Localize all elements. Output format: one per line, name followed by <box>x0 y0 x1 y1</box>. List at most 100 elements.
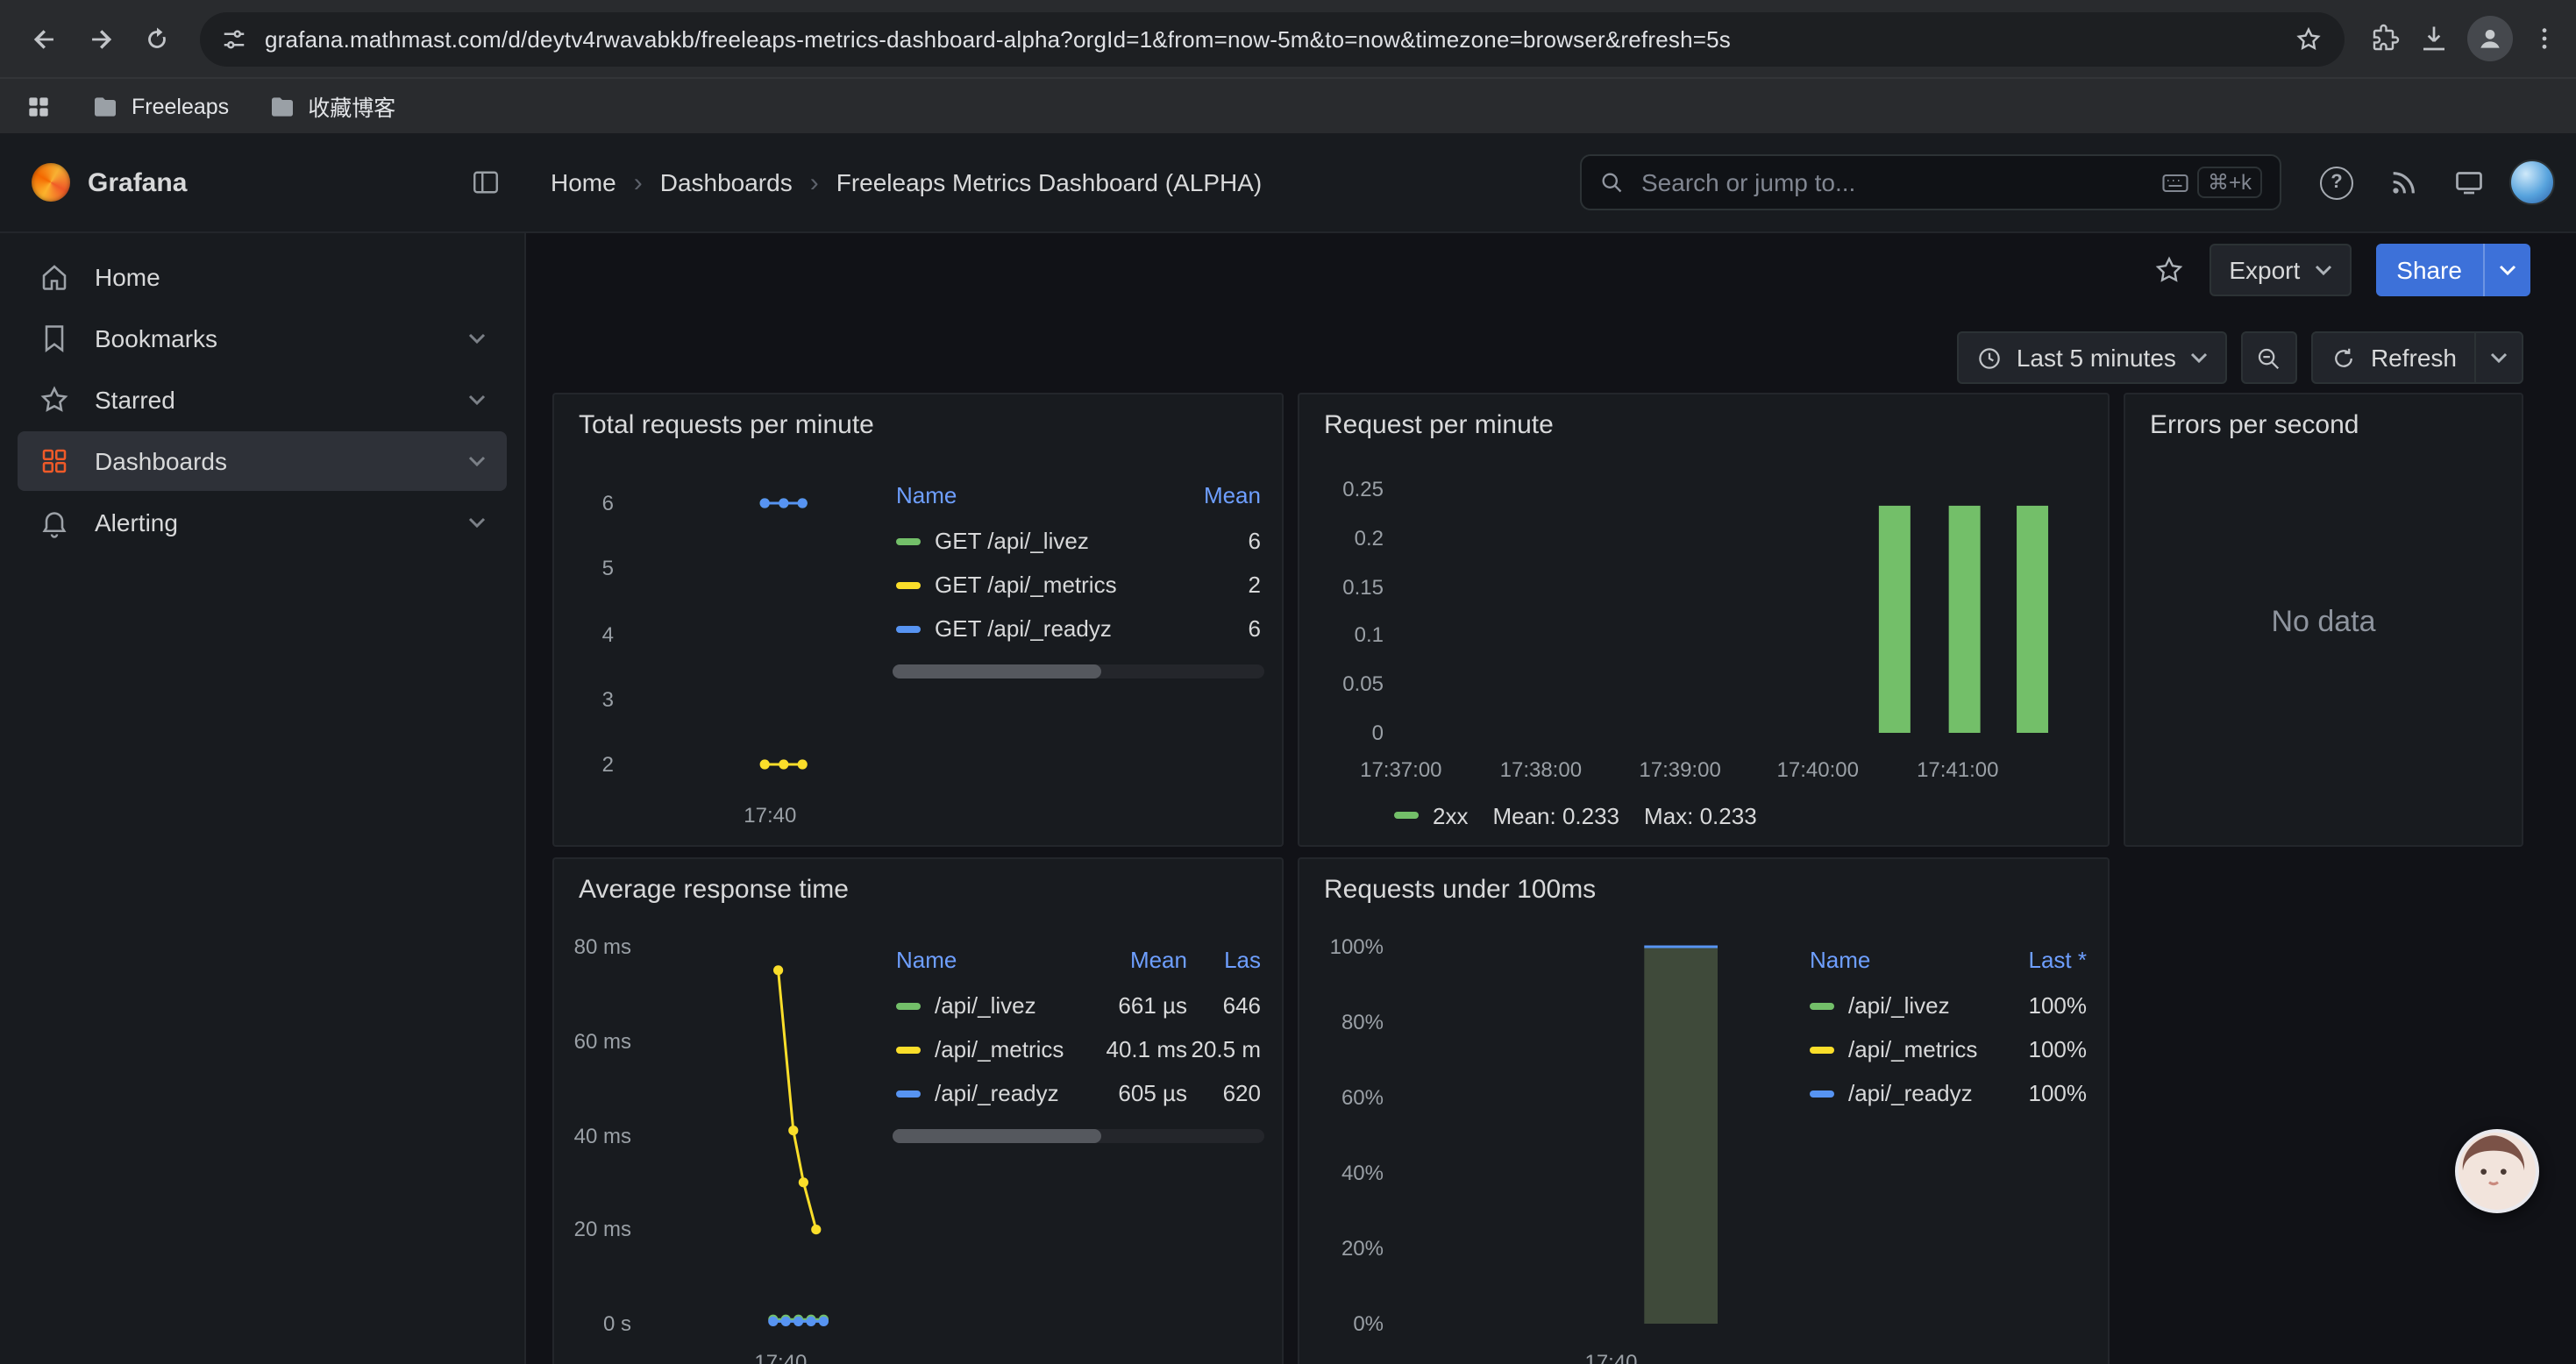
search-input[interactable] <box>1638 167 2162 198</box>
x-axis: 17:37:00 17:38:00 17:39:00 17:40:00 17:4… <box>1394 757 2080 785</box>
bar-plot[interactable] <box>1394 947 1789 1324</box>
share-button[interactable]: Share <box>2375 244 2530 296</box>
search-icon <box>1599 170 1624 195</box>
bookmark-folder-blogs[interactable]: 收藏博客 <box>267 89 395 123</box>
panel-title[interactable]: Requests under 100ms <box>1299 859 2108 905</box>
sidebar-item-dashboards[interactable]: Dashboards <box>18 431 507 491</box>
screen: grafana.mathmast.com/d/deytv4rwavabkb/fr… <box>0 0 2576 1362</box>
assistant-face-icon <box>2459 1133 2529 1203</box>
legend-row[interactable]: /api/_livez661 µs646 <box>893 984 1264 1027</box>
refresh-interval-caret[interactable] <box>2474 333 2522 382</box>
chevron-down-icon[interactable] <box>468 456 486 466</box>
time-controls: Last 5 minutes Refresh <box>526 330 2576 386</box>
grafana-logo-icon[interactable] <box>32 163 70 202</box>
sidebar-item-alerting[interactable]: Alerting <box>18 493 507 552</box>
series-color-swatch <box>896 1002 921 1009</box>
panel-title[interactable]: Errors per second <box>2125 394 2522 440</box>
series-color-swatch <box>896 1046 921 1053</box>
zoom-out-button[interactable] <box>2241 331 2297 384</box>
chevron-down-icon[interactable] <box>468 333 486 344</box>
forward-button[interactable] <box>74 12 126 65</box>
breadcrumb-dashboards[interactable]: Dashboards <box>660 168 793 196</box>
panel-title[interactable]: Request per minute <box>1299 394 2108 440</box>
share-label[interactable]: Share <box>2375 244 2483 296</box>
url-text[interactable]: grafana.mathmast.com/d/deytv4rwavabkb/fr… <box>265 25 2294 52</box>
legend-row[interactable]: /api/_metrics100% <box>1806 1027 2090 1071</box>
browser-profile-button[interactable] <box>2467 16 2513 61</box>
sidebar-item-label: Home <box>95 263 486 291</box>
favorite-star-icon[interactable] <box>2153 254 2185 286</box>
dashboard-content: Export Share Last 5 minutes <box>526 231 2576 1364</box>
tv-mode-icon[interactable] <box>2453 167 2485 198</box>
panel-requests-under-100ms: Requests under 100ms 100%80%60%40%20%0% … <box>1298 857 2110 1364</box>
export-button[interactable]: Export <box>2210 244 2351 296</box>
user-avatar-button[interactable] <box>2509 160 2555 205</box>
bookmark-label: Freeleaps <box>132 94 229 118</box>
series-color-swatch <box>1810 1002 1834 1009</box>
bookmarks-bar: Freeleaps 收藏博客 <box>0 77 2576 133</box>
help-icon[interactable]: ? <box>2320 166 2353 199</box>
share-menu-caret[interactable] <box>2483 244 2530 296</box>
floating-assistant-avatar[interactable] <box>2455 1129 2539 1213</box>
series-color-swatch <box>896 581 921 588</box>
sidebar-item-home[interactable]: Home <box>18 247 507 307</box>
sidebar-item-bookmarks[interactable]: Bookmarks <box>18 309 507 368</box>
legend-row[interactable]: GET /api/_readyz6 <box>893 607 1264 650</box>
sidebar-item-label: Starred <box>95 386 444 414</box>
forward-icon <box>85 24 115 53</box>
series-color-swatch <box>896 625 921 632</box>
bar-plot[interactable] <box>1394 489 2080 733</box>
apps-grid-icon[interactable] <box>25 92 53 120</box>
legend-row[interactable]: GET /api/_livez6 <box>893 519 1264 563</box>
chevron-down-icon[interactable] <box>468 517 486 528</box>
series-name[interactable]: 2xx <box>1433 802 1468 828</box>
scrollbar-thumb[interactable] <box>893 1129 1100 1143</box>
panel-total-requests: Total requests per minute 65432 17:40 <box>552 393 1284 847</box>
legend-header[interactable]: NameMeanLas <box>893 943 1264 984</box>
extensions-icon[interactable] <box>2369 23 2401 54</box>
shortcut-label: ⌘+k <box>2197 167 2262 198</box>
legend-inline[interactable]: 2xx Mean: 0.233 Max: 0.233 <box>1394 799 1757 831</box>
legend-row[interactable]: /api/_livez100% <box>1806 984 2090 1027</box>
back-button[interactable] <box>18 12 70 65</box>
search-box[interactable]: ⌘+k <box>1580 154 2281 210</box>
series-color-swatch <box>1810 1090 1834 1097</box>
legend-header[interactable]: NameMean <box>893 479 1264 519</box>
downloads-icon[interactable] <box>2418 23 2450 54</box>
y-axis: 80 ms60 ms40 ms20 ms0 s <box>572 947 631 1324</box>
legend-header[interactable]: NameLast * <box>1806 943 2090 984</box>
profile-person-icon <box>2476 25 2504 53</box>
panel-title[interactable]: Average response time <box>554 859 1282 905</box>
refresh-icon <box>2330 345 2357 371</box>
reload-button[interactable] <box>130 12 182 65</box>
legend-row[interactable]: /api/_readyz605 µs620 <box>893 1071 1264 1115</box>
time-range-picker[interactable]: Last 5 minutes <box>1957 331 2227 384</box>
site-settings-icon[interactable] <box>221 25 247 52</box>
zoom-out-icon <box>2256 345 2282 371</box>
dashboards-grid-icon <box>39 445 70 477</box>
bookmark-star-icon[interactable] <box>2294 24 2323 53</box>
scrollbar-thumb[interactable] <box>893 664 1100 678</box>
breadcrumb-separator: › <box>634 167 643 197</box>
bell-icon <box>39 507 70 538</box>
timeseries-plot[interactable] <box>624 503 894 764</box>
nav-sidebar: Home Bookmarks Starred Dashboards Alerti… <box>0 231 526 1364</box>
browser-menu-kebab-icon[interactable] <box>2530 25 2558 53</box>
url-bar[interactable]: grafana.mathmast.com/d/deytv4rwavabkb/fr… <box>200 11 2345 66</box>
sidebar-item-starred[interactable]: Starred <box>18 370 507 430</box>
legend-row[interactable]: /api/_metrics40.1 ms20.5 m <box>893 1027 1264 1071</box>
bookmark-folder-freeleaps[interactable]: Freeleaps <box>91 92 229 120</box>
back-icon <box>29 24 59 53</box>
legend-row[interactable]: /api/_readyz100% <box>1806 1071 2090 1115</box>
legend-scrollbar[interactable] <box>893 664 1264 678</box>
legend-row[interactable]: GET /api/_metrics2 <box>893 563 1264 607</box>
chevron-down-icon[interactable] <box>468 394 486 405</box>
legend-scrollbar[interactable] <box>893 1129 1264 1143</box>
series-color-swatch <box>896 1090 921 1097</box>
sidebar-toggle-icon[interactable] <box>470 167 502 198</box>
news-rss-icon[interactable] <box>2388 167 2418 197</box>
refresh-button[interactable]: Refresh <box>2311 331 2523 384</box>
breadcrumb-home[interactable]: Home <box>551 168 616 196</box>
timeseries-plot[interactable] <box>642 947 894 1324</box>
panel-title[interactable]: Total requests per minute <box>554 394 1282 440</box>
